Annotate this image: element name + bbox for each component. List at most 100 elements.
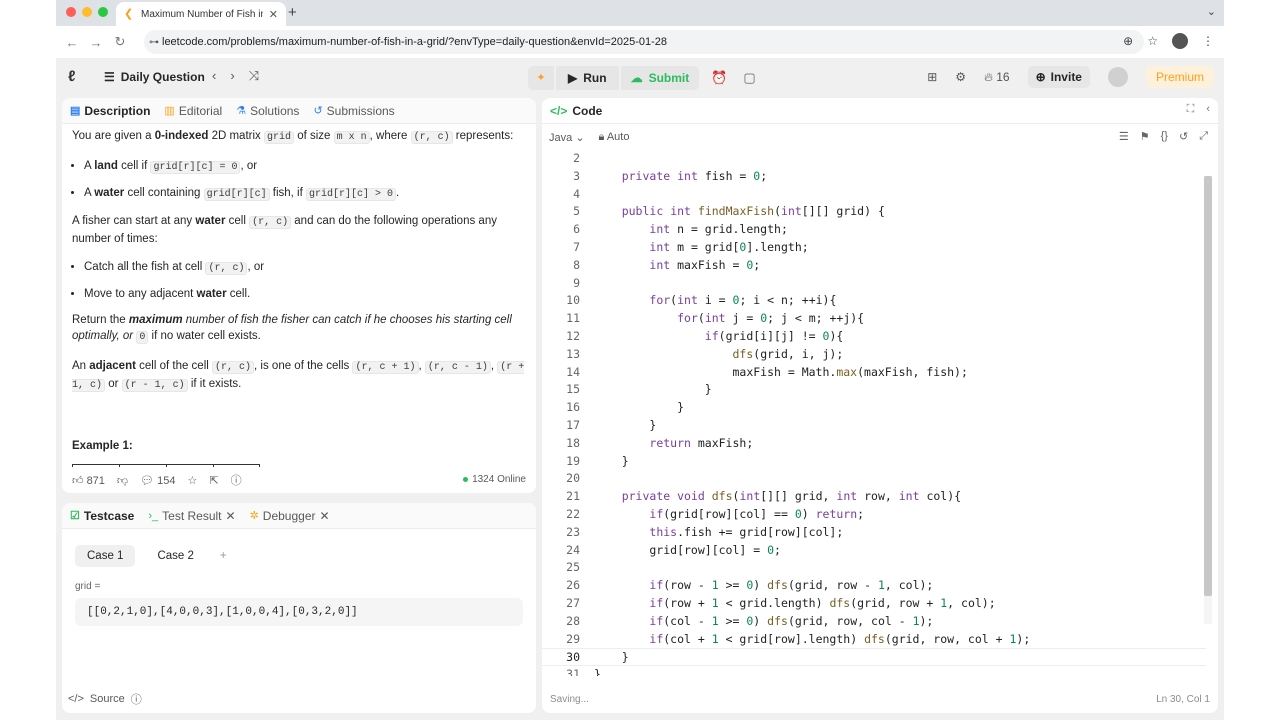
- cloud-upload-icon: ☁: [630, 71, 643, 85]
- code-line[interactable]: 20: [542, 470, 1206, 488]
- like-button[interactable]: 👍︎ 871: [72, 474, 105, 487]
- site-info-icon[interactable]: ⊶: [149, 37, 159, 48]
- layout-icon[interactable]: ⊞: [927, 70, 937, 84]
- dislike-icon[interactable]: 👎︎: [117, 474, 128, 487]
- collapse-chevron-icon[interactable]: ‹: [1206, 103, 1210, 116]
- tab-close-icon[interactable]: ✕: [269, 8, 278, 21]
- description-tabs: ▤ Description ▥ Editorial ⚗ Solutions ↺ Subm…: [62, 98, 536, 124]
- star-icon[interactable]: ☆: [187, 474, 197, 487]
- new-tab-button[interactable]: +: [288, 4, 297, 21]
- minimize-window-button[interactable]: [82, 7, 92, 17]
- run-button[interactable]: ▶ Run: [556, 66, 619, 90]
- share-icon[interactable]: ⇱: [209, 474, 218, 487]
- premium-button[interactable]: Premium: [1145, 66, 1214, 88]
- code-line[interactable]: 11 for(int j = 0; j < m; ++j){: [542, 310, 1206, 328]
- case-1-button[interactable]: Case 1: [75, 545, 136, 567]
- profile-avatar[interactable]: [1172, 33, 1188, 49]
- settings-gear-icon[interactable]: ⚙: [955, 70, 966, 84]
- code-line[interactable]: 2: [542, 150, 1206, 168]
- code-line[interactable]: 19 }: [542, 453, 1206, 471]
- invite-button[interactable]: ⊕ Invite: [1027, 66, 1090, 88]
- code-line[interactable]: 15 }: [542, 381, 1206, 399]
- back-arrow-icon[interactable]: ←: [60, 35, 84, 50]
- grid-input[interactable]: [[0,2,1,0],[4,0,0,3],[1,0,0,4],[0,3,2,0]…: [75, 598, 523, 626]
- close-icon[interactable]: ✕: [226, 509, 236, 523]
- leetcode-logo-icon[interactable]: ℓ: [68, 68, 84, 86]
- tab-editorial[interactable]: ▥ Editorial: [164, 104, 222, 118]
- code-editor[interactable]: 23 private int fish = 0; 4 5 public int fi…: [542, 150, 1206, 676]
- code-line[interactable]: 7 int m = grid[0].length;: [542, 239, 1206, 257]
- case-2-button[interactable]: Case 2: [145, 545, 205, 567]
- code-line[interactable]: 13 dfs(grid, i, j);: [542, 346, 1206, 364]
- prev-problem-icon[interactable]: ‹: [212, 68, 216, 84]
- code-line[interactable]: 27 if(row + 1 < grid.length) dfs(grid, r…: [542, 595, 1206, 613]
- scrollbar-thumb[interactable]: [1204, 176, 1212, 596]
- bookmark-star-icon[interactable]: ☆: [1147, 34, 1158, 48]
- notes-icon[interactable]: ▢: [743, 70, 755, 86]
- code-line[interactable]: 9: [542, 275, 1206, 293]
- tab-search-chevron-icon[interactable]: ⌄: [1207, 5, 1216, 18]
- tab-submissions[interactable]: ↺ Submissions: [313, 104, 394, 118]
- browser-menu-icon[interactable]: ⋮: [1202, 34, 1214, 48]
- editor-scrollbar[interactable]: [1204, 176, 1212, 624]
- help-icon[interactable]: ⓘ: [131, 691, 142, 707]
- shuffle-icon[interactable]: ⤨: [249, 68, 259, 84]
- code-line[interactable]: 5 public int findMaxFish(int[][] grid) {: [542, 203, 1206, 221]
- code-line[interactable]: 22 if(grid[row][col] == 0) return;: [542, 506, 1206, 524]
- expand-icon[interactable]: ⛶: [1187, 103, 1195, 116]
- code-line[interactable]: 10 for(int i = 0; i < n; ++i){: [542, 292, 1206, 310]
- code-line[interactable]: 26 if(row - 1 >= 0) dfs(grid, row - 1, c…: [542, 577, 1206, 595]
- tab-description[interactable]: ▤ Description: [70, 104, 150, 118]
- comments-button[interactable]: 💬︎ 154: [140, 474, 175, 487]
- alarm-clock-icon[interactable]: ⏰: [711, 70, 727, 86]
- code-line[interactable]: 12 if(grid[i][j] != 0){: [542, 328, 1206, 346]
- reload-icon[interactable]: ↻: [108, 34, 132, 50]
- code-line[interactable]: 17 }: [542, 417, 1206, 435]
- code-line[interactable]: 29 if(col + 1 < grid[row].length) dfs(gr…: [542, 631, 1206, 649]
- code-line[interactable]: 6 int n = grid.length;: [542, 221, 1206, 239]
- code-line[interactable]: 24 grid[row][col] = 0;: [542, 542, 1206, 560]
- code-line[interactable]: 30 }: [542, 648, 1206, 667]
- code-line[interactable]: 3 private int fish = 0;: [542, 168, 1206, 186]
- line-number: 5: [573, 204, 580, 219]
- submit-button[interactable]: ☁ Submit: [620, 66, 700, 90]
- user-avatar[interactable]: [1107, 67, 1128, 87]
- next-problem-icon[interactable]: ›: [230, 68, 234, 84]
- zoom-icon[interactable]: ⊕: [1123, 34, 1133, 48]
- play-icon: ▶: [568, 71, 578, 85]
- url-bar[interactable]: ⊶ leetcode.com/problems/maximum-number-o…: [144, 30, 1144, 54]
- close-icon[interactable]: ✕: [320, 509, 330, 523]
- code-line[interactable]: 25: [542, 559, 1206, 577]
- debug-icon[interactable]: ✦: [528, 66, 554, 90]
- outline-icon[interactable]: ☰: [1119, 130, 1129, 143]
- daily-question-link[interactable]: ☰ Daily Question: [104, 70, 205, 84]
- code-line[interactable]: 18 return maxFish;: [542, 435, 1206, 453]
- fullscreen-icon[interactable]: ⤢: [1199, 130, 1208, 143]
- maximize-window-button[interactable]: [98, 7, 108, 17]
- code-line[interactable]: 4: [542, 186, 1206, 204]
- code-line[interactable]: 14 maxFish = Math.max(maxFish, fish);: [542, 364, 1206, 382]
- forward-arrow-icon[interactable]: →: [84, 35, 108, 50]
- code-line[interactable]: 8 int maxFish = 0;: [542, 257, 1206, 275]
- tab-testcase[interactable]: ☑ Testcase: [70, 509, 134, 523]
- close-window-button[interactable]: [66, 7, 76, 17]
- tab-editorial-label: Editorial: [178, 103, 223, 118]
- language-select[interactable]: Java ⌄: [549, 131, 585, 144]
- reset-icon[interactable]: ↺: [1179, 130, 1188, 143]
- streak-counter[interactable]: 🔥︎ 16: [984, 70, 1010, 85]
- code-line[interactable]: 16 }: [542, 399, 1206, 417]
- format-braces-icon[interactable]: {}: [1161, 130, 1168, 143]
- code-line[interactable]: 21 private void dfs(int[][] grid, int ro…: [542, 488, 1206, 506]
- code-line[interactable]: 23 this.fish += grid[row][col];: [542, 524, 1206, 542]
- browser-tab-active[interactable]: ❮ Maximum Number of Fish in a Grid ✕: [116, 2, 286, 26]
- source-link[interactable]: </> Source ⓘ: [68, 691, 142, 707]
- code-line[interactable]: 31}: [542, 666, 1206, 676]
- auto-mode-toggle[interactable]: 🔒︎ Auto: [599, 131, 630, 144]
- add-case-icon[interactable]: +: [216, 545, 231, 567]
- code-line[interactable]: 28 if(col - 1 >= 0) dfs(grid, row, col -…: [542, 613, 1206, 631]
- help-icon[interactable]: ⓘ: [231, 472, 242, 488]
- bookmark-icon[interactable]: ⚑: [1140, 130, 1150, 143]
- tab-test-result[interactable]: ›_ Test Result ✕: [148, 509, 235, 523]
- tab-solutions[interactable]: ⚗ Solutions: [236, 104, 299, 118]
- tab-debugger[interactable]: ✲ Debugger ✕: [250, 509, 330, 523]
